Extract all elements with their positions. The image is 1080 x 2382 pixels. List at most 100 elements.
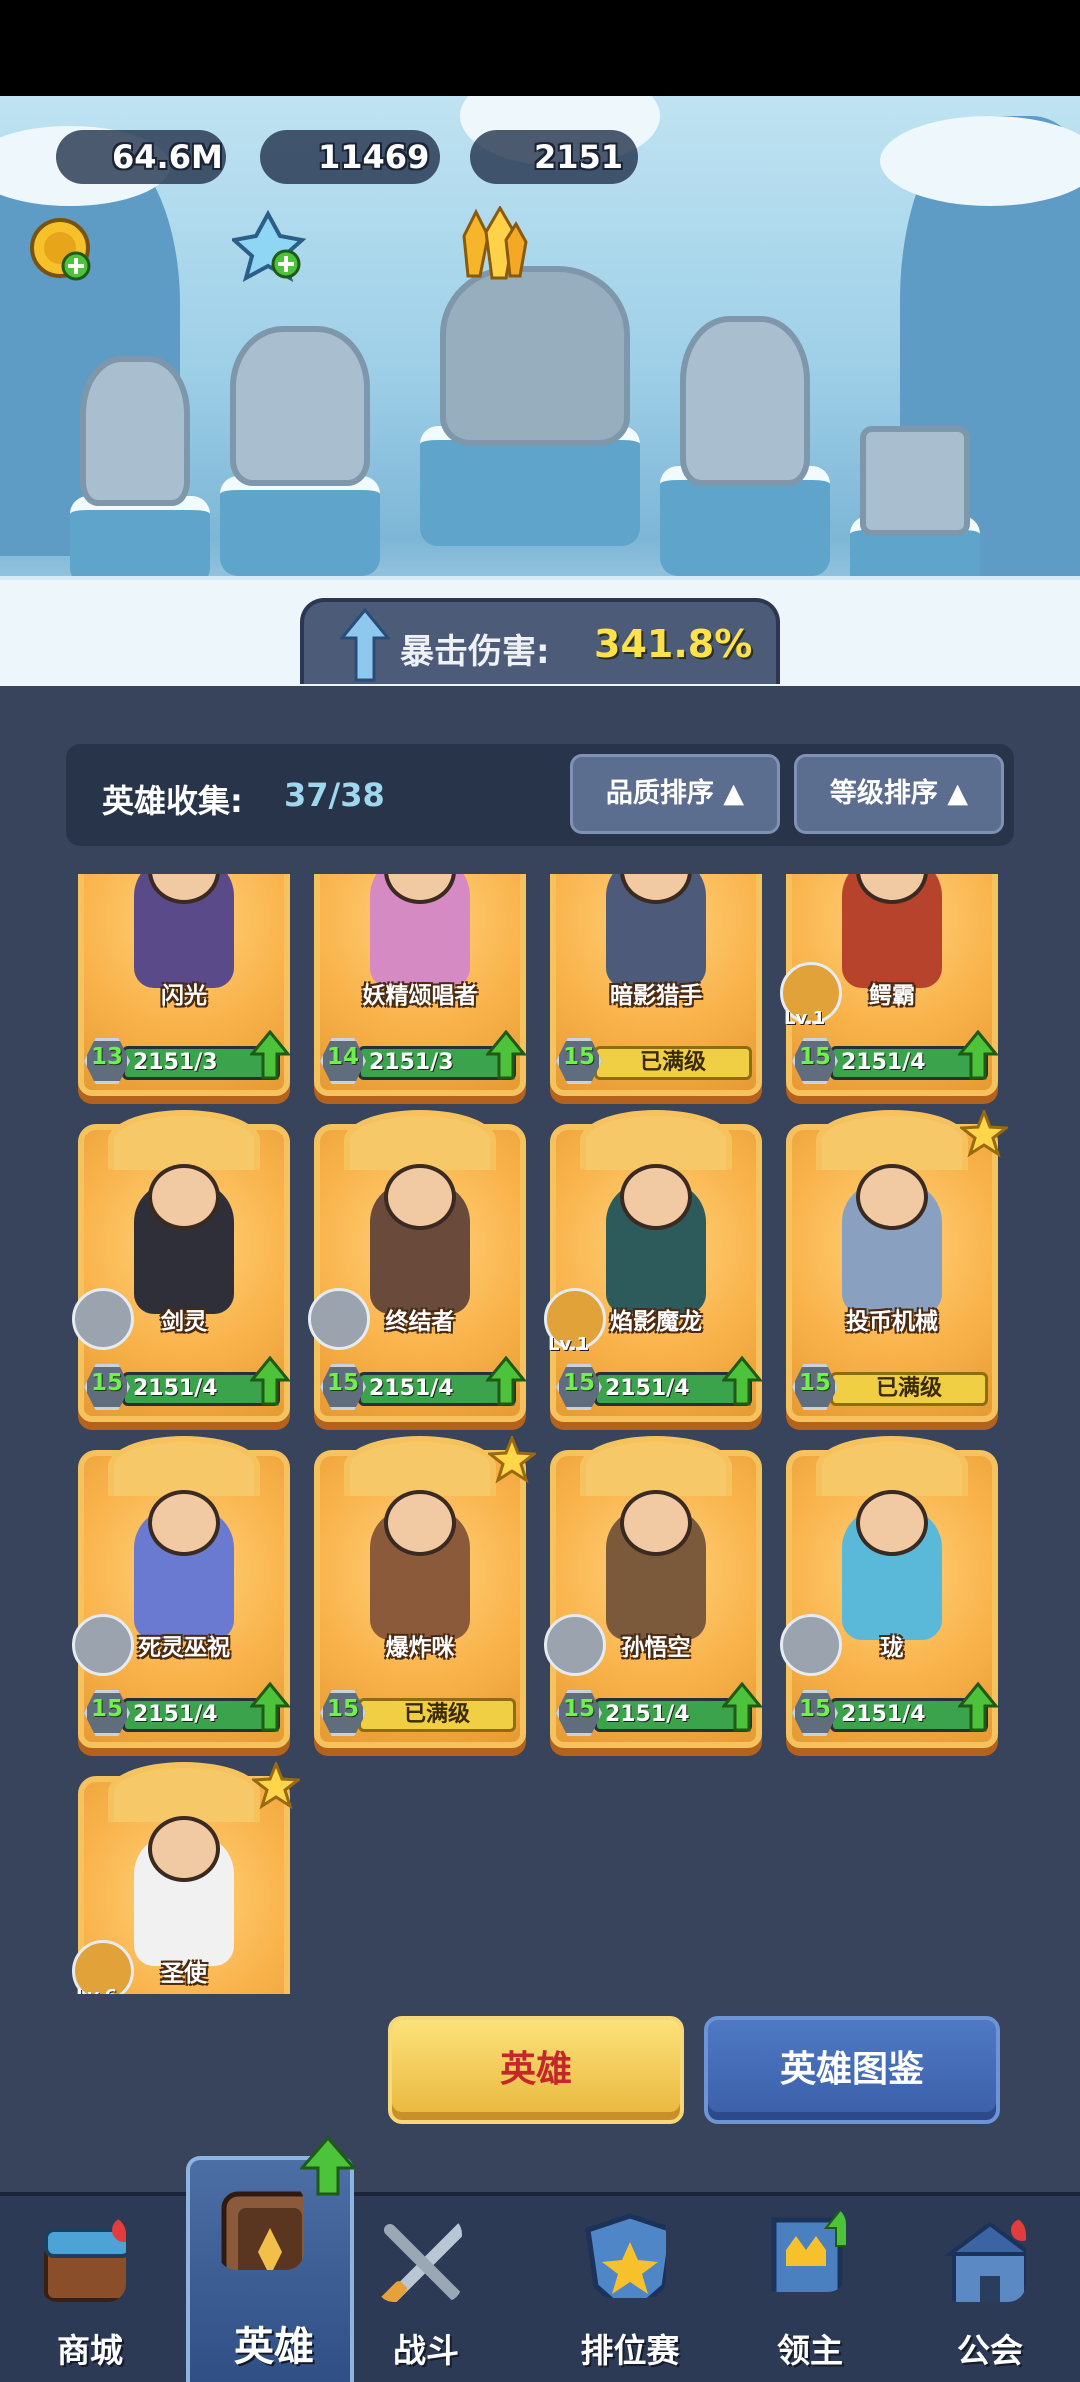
sort-quality-label: 品质排序 (605, 778, 714, 809)
crystal-icon[interactable] (450, 206, 528, 286)
pedestal (70, 496, 210, 586)
equipment-badge-icon[interactable] (308, 1288, 370, 1350)
gold-coin-icon[interactable] (28, 218, 96, 286)
hero-portrait-head (148, 1490, 220, 1556)
star-icon (488, 1436, 536, 1484)
gold-value: 64.6M (112, 138, 223, 176)
sort-by-level-button[interactable]: 等级排序 ▲ (794, 754, 1004, 834)
crystal-counter[interactable]: 2151 (470, 130, 638, 184)
hero-card-icon (221, 2191, 304, 2270)
hero-progress-text: 2151/4 (605, 1376, 690, 1401)
collection-header: 英雄收集: 37/38 品质排序 ▲ 等级排序 ▲ (66, 744, 1014, 846)
hero-level: 15 (90, 1370, 123, 1396)
hero-card-arch (344, 1110, 496, 1170)
upgrade-arrow-icon[interactable] (958, 1682, 998, 1732)
upgrade-arrow-icon[interactable] (722, 1682, 762, 1732)
hero-card[interactable]: 死灵巫祝 2151/4 15 (72, 1436, 290, 1766)
nav-battle-label: 战斗 (393, 2331, 459, 2370)
nav-lord[interactable]: 领主 (720, 2196, 900, 2382)
gem-value: 11469 (318, 138, 430, 176)
hero-name: 投币机械 (846, 1309, 938, 1335)
gold-counter[interactable]: 64.6M (56, 130, 226, 184)
equipment-badge-icon[interactable] (72, 1288, 134, 1350)
hero-progress-text: 2151/4 (841, 1050, 926, 1075)
nav-shop-label: 商城 (57, 2331, 123, 2370)
hero-progress-text: 已满级 (875, 1376, 942, 1401)
nav-lord-label: 领主 (777, 2331, 843, 2370)
hero-card[interactable]: 暗影猎手 已满级 15 (550, 874, 762, 1114)
nav-guild[interactable]: 公会 (900, 2196, 1080, 2382)
hero-progress-text: 2151/4 (133, 1702, 218, 1727)
hero-card[interactable]: 闪光 2151/3 13 (78, 874, 290, 1114)
hero-portrait-head (620, 1490, 692, 1556)
upgrade-arrow-icon[interactable] (486, 1356, 526, 1406)
crit-damage-label: 暴击伤害: (400, 632, 550, 672)
statue-dragon (440, 266, 630, 446)
hero-level: 15 (562, 1370, 595, 1396)
max-level-bar: 已满级 (830, 1372, 988, 1406)
upgrade-arrow-icon[interactable] (250, 1356, 290, 1406)
hero-card[interactable]: 圣使Lv.62151/717 (72, 1762, 300, 1994)
upgrade-arrow-icon[interactable] (958, 1030, 998, 1080)
statue-knight (80, 356, 190, 506)
hero-progress-text: 已满级 (639, 1050, 706, 1075)
gem-counter[interactable]: 11469 (260, 130, 440, 184)
hero-card-arch (816, 1436, 968, 1496)
hero-card[interactable]: 剑灵 2151/4 15 (72, 1110, 290, 1440)
hero-card[interactable]: 投币机械 已满级 15 (786, 1110, 1008, 1440)
max-level-bar: 已满级 (594, 1046, 752, 1080)
hero-level: 15 (798, 1044, 831, 1070)
hero-card[interactable]: 爆炸咪 已满级 15 (314, 1436, 536, 1766)
nav-ranked[interactable]: 排位赛 (540, 2196, 720, 2382)
sort-by-quality-button[interactable]: 品质排序 ▲ (570, 754, 780, 834)
nav-shop[interactable]: 商城 (0, 2196, 180, 2382)
statue-warrior (680, 316, 810, 486)
hero-name: 闪光 (161, 983, 207, 1009)
hero-level: 13 (90, 1044, 123, 1070)
collection-count: 37/38 (284, 776, 385, 814)
sort-level-label: 等级排序 (829, 778, 938, 809)
heroes-button[interactable]: 英雄 (388, 2016, 684, 2124)
crystal-value: 2151 (534, 138, 624, 176)
upgrade-arrow-icon[interactable] (250, 1030, 290, 1080)
hero-codex-button[interactable]: 英雄图鉴 (704, 2016, 1000, 2124)
hero-card-arch (108, 1436, 260, 1496)
hero-card-arch (344, 1436, 496, 1496)
snow-cap (880, 116, 1080, 206)
max-level-bar: 已满级 (358, 1698, 516, 1732)
hero-card[interactable]: 鳄霸 Lv.1 2151/4 15 (780, 874, 998, 1114)
hero-card-arch (580, 1110, 732, 1170)
hero-card-arch (108, 1762, 260, 1822)
hero-level: 15 (798, 1696, 831, 1722)
hero-progress-text: 2151/4 (133, 1376, 218, 1401)
hero-card[interactable]: 妖精颂唱者 2151/3 14 (314, 874, 526, 1114)
hero-portrait-head (384, 1490, 456, 1556)
nav-battle[interactable]: 战斗 (336, 2196, 516, 2382)
hero-name: 暗影猎手 (610, 983, 702, 1009)
hero-name: 妖精颂唱者 (362, 983, 478, 1009)
collection-label: 英雄收集: (102, 782, 243, 820)
hero-progress-text: 2151/4 (369, 1376, 454, 1401)
hero-portrait-head (856, 1490, 928, 1556)
upgrade-arrow-icon[interactable] (486, 1030, 526, 1080)
hero-card[interactable]: 焰影魔龙 Lv.1 2151/4 15 (544, 1110, 762, 1440)
equipment-badge-icon[interactable] (544, 1614, 606, 1676)
hero-name: 爆炸咪 (385, 1635, 455, 1661)
equipment-badge-icon[interactable] (72, 1614, 134, 1676)
statue-gryphon (230, 326, 370, 486)
upgrade-arrow-icon[interactable] (250, 1682, 290, 1732)
hero-card[interactable]: 珑 2151/4 15 (780, 1436, 998, 1766)
upgrade-arrow-icon (300, 2136, 356, 2196)
hero-progress-text: 2151/3 (133, 1050, 218, 1075)
nav-heroes[interactable]: 英雄 (186, 2136, 356, 2382)
equipment-badge-icon[interactable] (780, 1614, 842, 1676)
hero-card[interactable]: 孙悟空 2151/4 15 (544, 1436, 762, 1766)
statue-robot (860, 426, 970, 536)
hero-card[interactable]: 终结者 2151/4 15 (308, 1110, 526, 1440)
upgrade-arrow-icon[interactable] (722, 1356, 762, 1406)
hero-card-arch (580, 1436, 732, 1496)
equipment-level: Lv.6 (76, 1986, 117, 1994)
hero-portrait-head (148, 1164, 220, 1230)
star-icon (960, 1110, 1008, 1158)
ice-gem-icon[interactable] (232, 210, 306, 284)
